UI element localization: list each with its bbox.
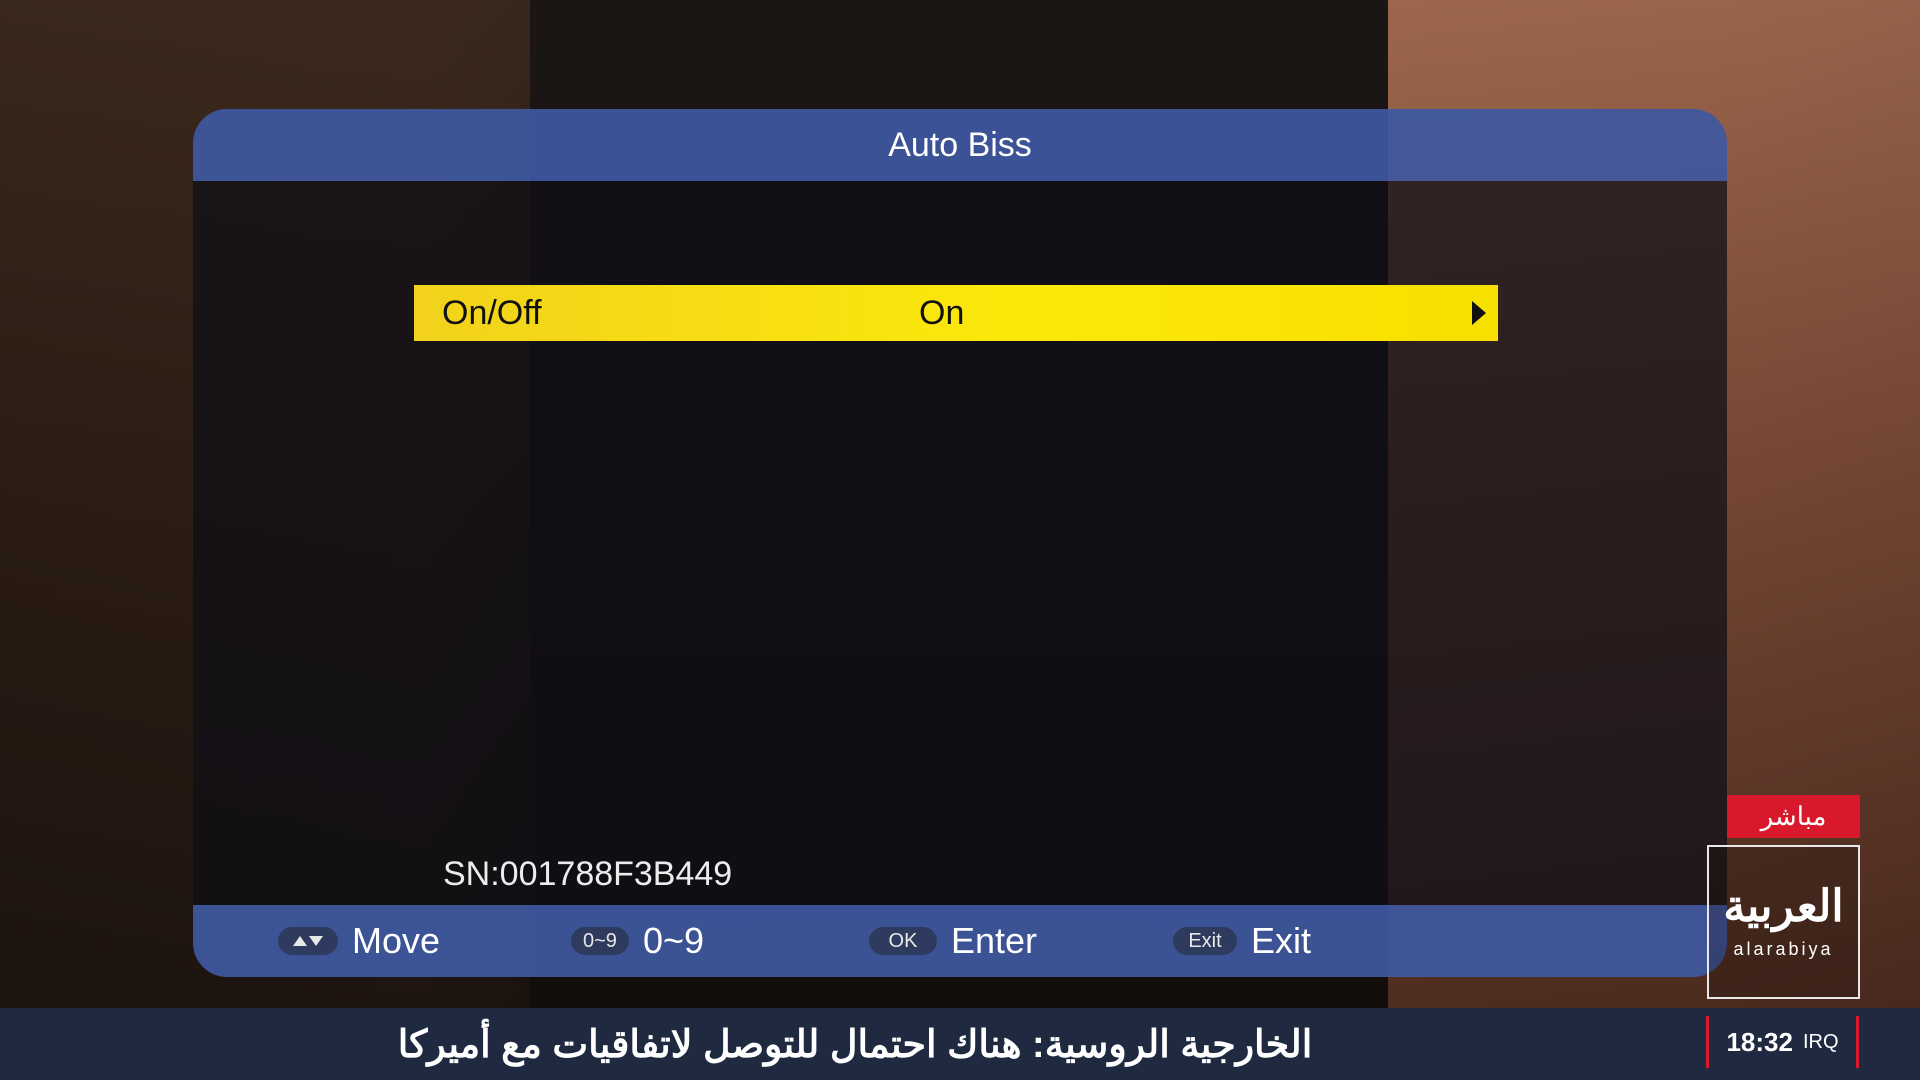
hint-label-enter: Enter <box>951 920 1038 961</box>
menu-item-label: On/Off <box>442 293 542 332</box>
ticker-headline: الخارجية الروسية: هناك احتمال للتوصل لات… <box>397 1023 1313 1066</box>
hint-label-digits: 0~9 <box>642 920 705 961</box>
hint-exit: Exit Exit <box>1173 905 1311 977</box>
auto-biss-dialog: Auto Biss On/Off On SN:001788F3B449 Move… <box>193 109 1727 977</box>
dialog-body: On/Off On SN:001788F3B449 <box>193 181 1727 905</box>
hint-label-move: Move <box>352 920 441 961</box>
clock-timezone: IRQ <box>1802 1030 1839 1053</box>
ok-key-badge: OK <box>869 927 937 955</box>
menu-item-on-off[interactable]: On/Off On <box>414 285 1498 341</box>
channel-logo-arabic: العربية <box>1723 881 1844 931</box>
hint-enter: OK Enter <box>869 905 1037 977</box>
broadcast-clock: 18:32 IRQ <box>1706 1016 1859 1068</box>
up-down-arrows-icon <box>278 927 338 955</box>
digits-key-badge: 0~9 <box>571 927 629 955</box>
key-hint-bar: Move 0~9 0~9 OK Enter Exit Exit <box>193 905 1727 977</box>
hint-label-exit: Exit <box>1251 920 1312 961</box>
channel-logo-latin: alarabiya <box>1733 938 1834 959</box>
hint-move: Move <box>278 905 440 977</box>
dialog-title: Auto Biss <box>888 125 1032 164</box>
dialog-header: Auto Biss <box>193 109 1727 181</box>
news-ticker: الخارجية الروسية: هناك احتمال للتوصل لات… <box>0 1008 1920 1080</box>
live-badge: مباشر <box>1727 795 1860 838</box>
serial-number: SN:001788F3B449 <box>443 855 733 893</box>
clock-time: 18:32 <box>1726 1026 1793 1057</box>
hint-digits: 0~9 0~9 <box>571 905 704 977</box>
channel-logo: العربية alarabiya <box>1707 845 1860 999</box>
right-arrow-icon[interactable] <box>1472 301 1486 325</box>
menu-item-value[interactable]: On <box>919 294 964 333</box>
exit-key-badge: Exit <box>1173 927 1237 955</box>
